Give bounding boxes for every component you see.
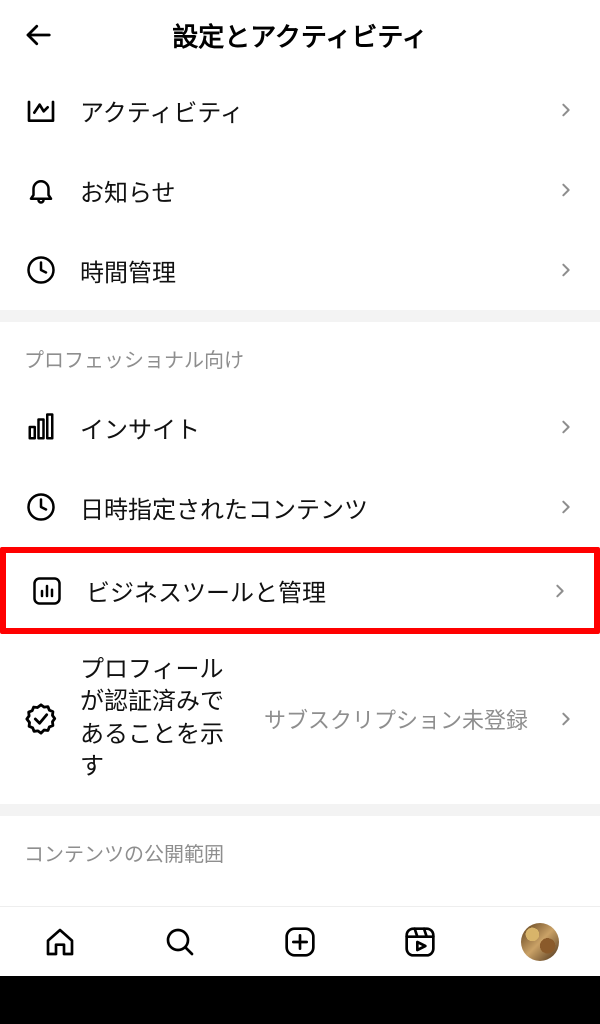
back-button[interactable] bbox=[20, 17, 56, 53]
page-title: 設定とアクティビティ bbox=[56, 17, 544, 54]
row-scheduled-content[interactable]: 日時指定されたコンテンツ bbox=[0, 467, 600, 547]
arrow-left-icon bbox=[23, 20, 53, 50]
activity-icon bbox=[24, 93, 58, 127]
reels-icon bbox=[404, 926, 436, 958]
section-header-audience: コンテンツの公開範囲 bbox=[0, 816, 600, 881]
row-label: お知らせ bbox=[80, 173, 534, 208]
section-divider bbox=[0, 804, 600, 816]
verified-badge-icon bbox=[24, 702, 58, 736]
chevron-right-icon bbox=[550, 581, 570, 601]
footer-black-bar bbox=[0, 976, 600, 1024]
row-insights[interactable]: インサイト bbox=[0, 387, 600, 467]
chevron-right-icon bbox=[556, 709, 576, 729]
row-sub: サブスクリプション未登録 bbox=[264, 703, 528, 735]
header: 設定とアクティビティ bbox=[0, 0, 600, 70]
row-activity[interactable]: アクティビティ bbox=[0, 70, 600, 150]
nav-create[interactable] bbox=[280, 922, 320, 962]
chevron-right-icon bbox=[556, 180, 576, 200]
row-time-management[interactable]: 時間管理 bbox=[0, 230, 600, 310]
row-business-tools[interactable]: ビジネスツールと管理 bbox=[0, 547, 600, 634]
row-label: 時間管理 bbox=[80, 253, 534, 288]
section-usage: アクティビティ お知らせ 時間管理 bbox=[0, 70, 600, 310]
row-notifications[interactable]: お知らせ bbox=[0, 150, 600, 230]
section-audience: コンテンツの公開範囲 bbox=[0, 816, 600, 881]
chevron-right-icon bbox=[556, 100, 576, 120]
row-label: プロフィールが認証済みであることを示す bbox=[80, 654, 242, 784]
clock-icon bbox=[24, 253, 58, 287]
nav-profile[interactable] bbox=[520, 922, 560, 962]
chevron-right-icon bbox=[556, 497, 576, 517]
row-label: ビジネスツールと管理 bbox=[86, 573, 528, 608]
chevron-right-icon bbox=[556, 260, 576, 280]
home-icon bbox=[44, 926, 76, 958]
row-verified[interactable]: プロフィールが認証済みであることを示す サブスクリプション未登録 bbox=[0, 634, 600, 804]
row-label: アクティビティ bbox=[80, 93, 534, 128]
clock-icon bbox=[24, 490, 58, 524]
nav-reels[interactable] bbox=[400, 922, 440, 962]
row-label: インサイト bbox=[80, 410, 534, 445]
chevron-right-icon bbox=[556, 417, 576, 437]
avatar bbox=[521, 923, 559, 961]
search-icon bbox=[164, 926, 196, 958]
section-professional: プロフェッショナル向け インサイト 日時指定されたコンテンツ ビジネスツールと bbox=[0, 322, 600, 804]
bell-icon bbox=[24, 173, 58, 207]
nav-search[interactable] bbox=[160, 922, 200, 962]
section-header-professional: プロフェッショナル向け bbox=[0, 322, 600, 387]
business-tools-icon bbox=[30, 574, 64, 608]
plus-square-icon bbox=[284, 926, 316, 958]
section-divider bbox=[0, 310, 600, 322]
insights-icon bbox=[24, 410, 58, 444]
nav-home[interactable] bbox=[40, 922, 80, 962]
row-label: 日時指定されたコンテンツ bbox=[80, 490, 534, 525]
bottom-nav bbox=[0, 906, 600, 976]
